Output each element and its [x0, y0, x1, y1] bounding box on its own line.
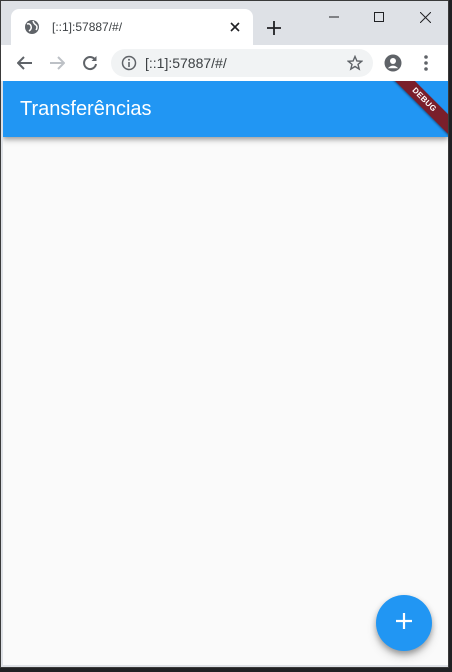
browser-window: [::1]:57887/#/ [::1]:57887/#/ Transferên…	[0, 0, 449, 668]
app-viewport: Transferências DEBUG	[3, 81, 448, 665]
address-bar[interactable]: [::1]:57887/#/	[111, 49, 373, 77]
debug-banner: DEBUG	[383, 81, 448, 141]
minimize-icon[interactable]	[311, 1, 357, 33]
close-window-icon[interactable]	[402, 1, 448, 33]
url-text: [::1]:57887/#/	[145, 55, 227, 71]
browser-tab[interactable]: [::1]:57887/#/	[11, 9, 253, 45]
page-title: Transferências	[20, 98, 152, 120]
forward-arrow-icon[interactable]	[45, 51, 69, 75]
tab-strip: [::1]:57887/#/	[1, 1, 448, 45]
new-tab-icon[interactable]	[263, 17, 285, 39]
info-icon[interactable]	[121, 55, 137, 71]
profile-avatar-icon[interactable]	[381, 51, 405, 75]
plus-icon	[395, 612, 413, 635]
tab-title: [::1]:57887/#/	[52, 20, 123, 34]
back-arrow-icon[interactable]	[13, 51, 37, 75]
bookmark-star-icon[interactable]	[345, 53, 365, 73]
app-bar: Transferências DEBUG	[3, 81, 448, 141]
more-vert-icon[interactable]	[414, 51, 438, 75]
maximize-icon[interactable]	[356, 1, 402, 33]
add-button[interactable]	[376, 595, 432, 651]
globe-icon	[24, 19, 40, 35]
reload-icon[interactable]	[78, 51, 102, 75]
close-tab-icon[interactable]	[225, 17, 245, 37]
browser-toolbar: [::1]:57887/#/	[1, 45, 448, 81]
